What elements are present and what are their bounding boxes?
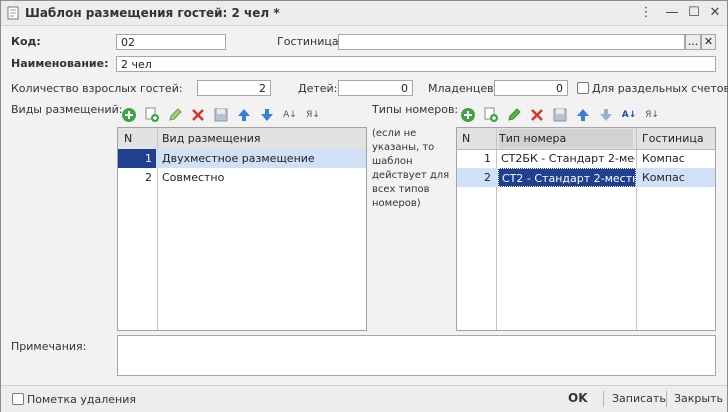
move-up-icon[interactable] xyxy=(575,107,591,123)
room-types-label: Типы номеров: xyxy=(372,103,459,116)
delete-icon[interactable] xyxy=(190,107,206,123)
delete-icon[interactable] xyxy=(529,107,545,123)
close-window-button[interactable]: ✕ xyxy=(706,4,724,22)
end-edit-icon[interactable] xyxy=(552,107,568,123)
hotel-cell: Компас xyxy=(642,152,685,165)
room-types-hint: (если не указаны, то шаблон действует дл… xyxy=(372,128,450,209)
hotel-select-button[interactable]: ... xyxy=(685,34,701,50)
code-label: Код: xyxy=(11,35,41,48)
placement-types-label: Виды размещений: xyxy=(11,103,123,116)
bottom-bar: Пометка удаления OK Записать Закрыть xyxy=(1,385,727,412)
notes-field[interactable] xyxy=(117,335,716,376)
row-number: 2 xyxy=(145,171,152,184)
adults-field[interactable]: 2 xyxy=(197,80,271,96)
column-header-placement-type[interactable]: Вид размещения xyxy=(162,129,261,148)
placement-type-cell: Двухместное размещение xyxy=(162,152,315,165)
maximize-button[interactable]: ☐ xyxy=(685,4,703,22)
name-field[interactable]: 2 чел xyxy=(116,56,716,72)
add-icon[interactable] xyxy=(460,107,476,123)
hotel-field[interactable] xyxy=(338,34,685,50)
rooms-table: N Тип номера Гостиница 1 СТ2БК - Стандар… xyxy=(456,127,716,331)
column-header-n[interactable]: N xyxy=(462,129,470,148)
column-header-n[interactable]: N xyxy=(124,129,132,148)
infants-label: Младенцев: xyxy=(428,82,498,95)
sort-descending-icon[interactable]: Я↓ xyxy=(305,107,321,123)
window-title: Шаблон размещения гостей: 2 чел * xyxy=(25,6,280,20)
table-row[interactable]: 1 Двухместное размещение xyxy=(118,149,366,168)
end-edit-icon[interactable] xyxy=(213,107,229,123)
ok-button[interactable]: OK xyxy=(568,391,588,405)
children-label: Детей: xyxy=(298,82,338,95)
move-up-icon[interactable] xyxy=(236,107,252,123)
template-window: Шаблон размещения гостей: 2 чел * ⋮ — ☐ … xyxy=(0,0,728,412)
children-field[interactable]: 0 xyxy=(338,80,413,96)
hotel-clear-button[interactable]: ✕ xyxy=(701,34,716,50)
edit-icon[interactable] xyxy=(506,107,522,123)
copy-icon[interactable] xyxy=(483,107,499,123)
close-button[interactable]: Закрыть xyxy=(674,392,723,405)
table-row[interactable]: 1 СТ2БК - Стандарт 2-мес... Компас xyxy=(457,149,715,168)
more-icon[interactable]: ⋮ xyxy=(637,4,655,22)
sort-ascending-icon[interactable]: A↓ xyxy=(621,107,637,123)
document-icon xyxy=(7,6,19,20)
hotel-label: Гостиница: xyxy=(277,35,343,48)
code-field[interactable]: 02 xyxy=(116,34,226,50)
placements-table: N Вид размещения 1 Двухместное размещени… xyxy=(117,127,367,331)
title-bar: Шаблон размещения гостей: 2 чел * ⋮ — ☐ … xyxy=(1,1,727,26)
separate-bills-label: Для раздельных счетов xyxy=(592,82,728,95)
sort-descending-icon[interactable]: Я↓ xyxy=(644,107,660,123)
room-type-cell[interactable]: СТ2 - Стандарт 2-местн... xyxy=(498,168,636,187)
add-icon[interactable] xyxy=(121,107,137,123)
delete-mark-label: Пометка удаления xyxy=(27,393,136,406)
column-header-room-type[interactable]: Тип номера xyxy=(499,129,633,148)
infants-field[interactable]: 0 xyxy=(494,80,568,96)
row-number: 2 xyxy=(484,171,491,184)
save-button[interactable]: Записать xyxy=(612,392,666,405)
row-number: 1 xyxy=(118,149,156,168)
row-number: 1 xyxy=(484,152,491,165)
room-type-cell: СТ2БК - Стандарт 2-мес... xyxy=(501,152,635,165)
adults-label: Количество взрослых гостей: xyxy=(11,82,183,95)
copy-icon[interactable] xyxy=(144,107,160,123)
hotel-cell: Компас xyxy=(642,171,685,184)
name-label: Наименование: xyxy=(11,57,109,70)
table-row[interactable]: 2 СТ2 - Стандарт 2-местн... Компас xyxy=(457,168,715,187)
placement-type-cell: Совместно xyxy=(162,171,225,184)
placements-table-header: N Вид размещения xyxy=(118,128,366,150)
separate-bills-checkbox[interactable] xyxy=(577,82,589,94)
move-down-icon[interactable] xyxy=(259,107,275,123)
delete-mark-checkbox[interactable] xyxy=(12,393,24,405)
edit-icon[interactable] xyxy=(167,107,183,123)
minimize-button[interactable]: — xyxy=(663,4,681,22)
notes-label: Примечания: xyxy=(11,340,87,353)
column-header-hotel[interactable]: Гостиница xyxy=(642,129,704,148)
move-down-icon[interactable] xyxy=(598,107,614,123)
table-row[interactable]: 2 Совместно xyxy=(118,168,366,187)
sort-ascending-icon[interactable]: A↓ xyxy=(282,107,298,123)
